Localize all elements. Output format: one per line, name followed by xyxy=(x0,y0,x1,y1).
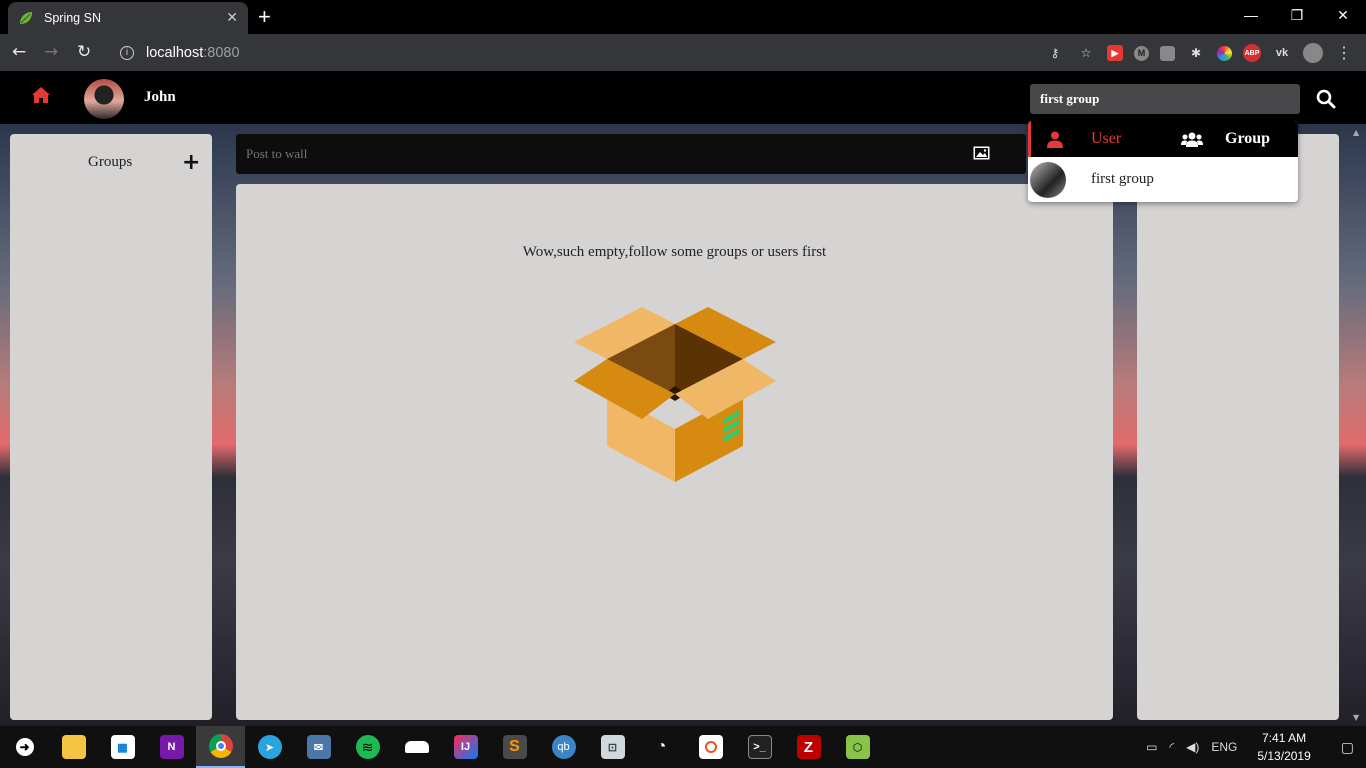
search-result-item[interactable]: first group xyxy=(1028,157,1298,202)
feed-panel: Wow,such empty,follow some groups or use… xyxy=(236,184,1113,720)
tab-title: Spring SN xyxy=(44,11,101,25)
post-bar xyxy=(236,134,1026,174)
language-indicator[interactable]: ENG xyxy=(1211,740,1237,754)
groups-panel: Groups + xyxy=(10,134,212,720)
home-icon[interactable] xyxy=(31,86,51,104)
extension-color-icon[interactable] xyxy=(1217,45,1232,61)
avatar[interactable] xyxy=(84,79,124,119)
user-icon xyxy=(1047,131,1063,148)
file-explorer-icon[interactable] xyxy=(49,726,98,768)
battery-icon[interactable]: ▭ xyxy=(1146,740,1157,754)
url-host: localhost xyxy=(146,44,204,61)
empty-feed-message: Wow,such empty,follow some groups or use… xyxy=(522,244,827,260)
clock[interactable]: 7:41 AM 5/13/2019 xyxy=(1257,729,1310,765)
messenger-icon[interactable]: ✉ xyxy=(294,726,343,768)
profile-avatar-icon[interactable] xyxy=(1303,43,1323,63)
sublime-icon[interactable]: S xyxy=(490,726,539,768)
store-icon[interactable]: ▦ xyxy=(98,726,147,768)
reload-icon[interactable]: ↻ xyxy=(77,42,91,62)
search-dropdown: User Group first group xyxy=(1028,121,1298,202)
vk-icon[interactable]: vk xyxy=(1272,43,1292,63)
system-tray: ▭ ◜ ◀) ENG 7:41 AM 5/13/2019 ▢ xyxy=(1140,726,1366,768)
clock-time: 7:41 AM xyxy=(1262,731,1307,745)
menu-dots-icon[interactable]: ⋮ xyxy=(1334,43,1354,63)
search-tabs: User Group xyxy=(1028,121,1298,157)
tab-group[interactable]: Group xyxy=(1163,121,1298,157)
site-info-icon[interactable]: i xyxy=(120,45,134,60)
speedtest-icon[interactable]: ◔ xyxy=(637,726,686,768)
wifi-icon[interactable]: ◜ xyxy=(1169,740,1174,754)
key-icon[interactable]: ⚷ xyxy=(1045,43,1065,63)
sketchup-icon[interactable]: ⬡ xyxy=(833,726,882,768)
empty-box-icon xyxy=(574,307,776,482)
back-arrow-icon[interactable]: ← xyxy=(12,42,26,62)
group-avatar xyxy=(1030,161,1066,198)
tab-group-label: Group xyxy=(1225,130,1271,147)
tab-close-icon[interactable]: ✕ xyxy=(226,9,238,26)
telegram-icon[interactable]: ➤ xyxy=(245,726,294,768)
adblock-icon[interactable]: ABP xyxy=(1243,44,1261,62)
users-icon xyxy=(1181,132,1203,147)
star-icon[interactable]: ☆ xyxy=(1076,43,1096,63)
app-viewport: John Groups + Wow,such empty,follow some… xyxy=(0,71,1366,726)
extension-paw-icon[interactable]: ✱ xyxy=(1186,43,1206,63)
page-scrollbar[interactable]: ▲ ▼ xyxy=(1350,124,1366,726)
notification-icon[interactable]: ▢ xyxy=(1341,739,1354,756)
right-panel xyxy=(1137,134,1339,720)
extension-db-icon[interactable] xyxy=(1160,45,1175,61)
window-controls: — ❐ ✕ xyxy=(1228,0,1366,30)
tab-user-label: User xyxy=(1091,130,1122,147)
spring-leaf-icon xyxy=(20,12,32,24)
browser-toolbar: ← → ↻ i localhost:8080 ⚷ ☆ ▶ M ✱ ABP vk … xyxy=(0,34,1366,71)
browser-tabstrip: Spring SN ✕ + — ❐ ✕ xyxy=(0,0,1366,34)
qbittorrent-icon[interactable]: qb xyxy=(539,726,588,768)
restore-button[interactable]: ❐ xyxy=(1274,0,1320,30)
add-group-button[interactable]: + xyxy=(182,150,200,175)
scroll-down-icon[interactable]: ▼ xyxy=(1353,713,1363,722)
onenote-icon[interactable]: N xyxy=(147,726,196,768)
task-view-icon[interactable]: ➜ xyxy=(0,726,49,768)
image-icon[interactable] xyxy=(973,146,990,160)
post-input[interactable] xyxy=(236,134,956,174)
windows-taskbar: ➜ ▦ N ➤ ✉ ≋ IJ S qb ⊡ ◔ >_ Z ⬡ ▭ ◜ ◀) EN… xyxy=(0,726,1366,768)
volume-icon[interactable]: ◀) xyxy=(1186,740,1199,754)
ubuntu-icon[interactable] xyxy=(686,726,735,768)
top-navbar: John xyxy=(0,71,1366,124)
url-port: :8080 xyxy=(203,44,240,61)
extensions-area: ⚷ ☆ ▶ M ✱ ABP vk ⋮ xyxy=(1045,43,1354,63)
search-result-label: first group xyxy=(1091,171,1154,187)
tab-user[interactable]: User xyxy=(1028,121,1163,157)
filezilla-icon[interactable]: Z xyxy=(784,726,833,768)
scroll-up-icon[interactable]: ▲ xyxy=(1353,128,1363,137)
extension-m-icon[interactable]: M xyxy=(1134,45,1149,61)
chrome-icon[interactable] xyxy=(196,726,245,768)
groups-title: Groups xyxy=(88,154,133,170)
search-input[interactable] xyxy=(1030,84,1300,114)
new-tab-button[interactable]: + xyxy=(258,4,271,30)
spotify-icon[interactable]: ≋ xyxy=(343,726,392,768)
search-icon[interactable] xyxy=(1316,89,1336,109)
forward-arrow-icon[interactable]: → xyxy=(44,42,58,62)
remote-desktop-icon[interactable]: ⊡ xyxy=(588,726,637,768)
close-window-button[interactable]: ✕ xyxy=(1320,0,1366,30)
taskbar-apps: ➜ ▦ N ➤ ✉ ≋ IJ S qb ⊡ ◔ >_ Z ⬡ xyxy=(0,726,882,768)
clock-date: 5/13/2019 xyxy=(1257,749,1311,763)
soundcloud-icon[interactable] xyxy=(392,726,441,768)
username[interactable]: John xyxy=(144,89,176,106)
intellij-icon[interactable]: IJ xyxy=(441,726,490,768)
extension-red-icon[interactable]: ▶ xyxy=(1107,45,1123,61)
terminal-icon[interactable]: >_ xyxy=(735,726,784,768)
browser-tab[interactable]: Spring SN ✕ xyxy=(8,2,248,34)
address-bar[interactable]: i localhost:8080 xyxy=(108,38,1208,67)
minimize-button[interactable]: — xyxy=(1228,0,1274,30)
